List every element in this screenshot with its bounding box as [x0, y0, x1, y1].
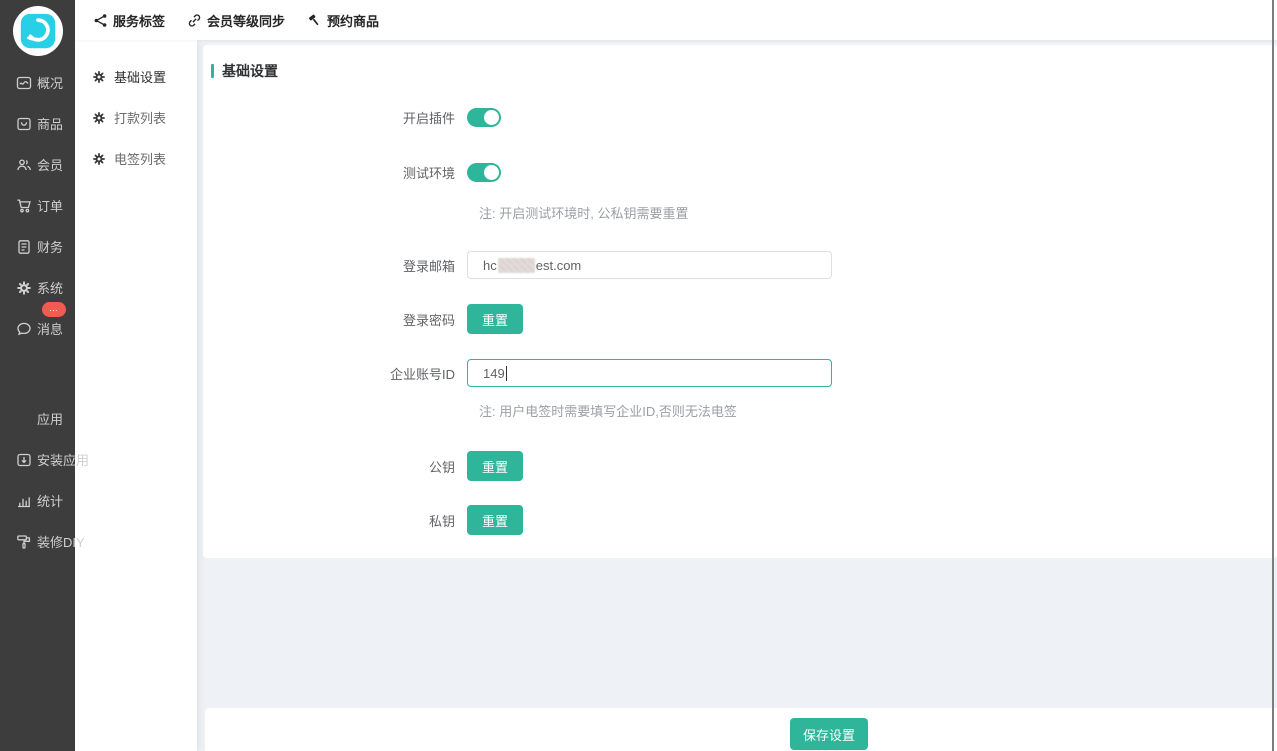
tab-label: 预约商品 [327, 11, 379, 30]
sidebar-item-label: 会员 [37, 155, 63, 174]
sidebar-item-decorate-diy[interactable]: 装修DIY [0, 521, 75, 562]
company-id-note: 注: 用户电签时需要填写企业ID,否则无法电签 [479, 401, 1277, 420]
form-row-email: 登录邮箱 hc est.com [203, 251, 1277, 279]
sidebar-item-orders[interactable]: 订单 [0, 185, 75, 226]
company-id-input[interactable]: 149 [467, 359, 832, 387]
gavel-icon [307, 13, 322, 28]
footer-bar: 保存设置 [205, 708, 1277, 751]
install-app-icon [15, 451, 32, 468]
company-id-value: 149 [483, 366, 505, 381]
sidebar-item-label: 统计 [37, 491, 63, 510]
save-settings-button[interactable]: 保存设置 [790, 718, 868, 750]
sidebar-item-label: 应用 [37, 409, 63, 428]
sidebar-item-label: 财务 [37, 237, 63, 256]
plugin-toggle[interactable] [467, 108, 501, 127]
subsidebar-item-label: 打款列表 [114, 108, 166, 127]
email-value-prefix: hc [483, 258, 497, 273]
text-caret [506, 366, 507, 381]
password-reset-button[interactable]: 重置 [467, 304, 523, 334]
orders-icon [15, 197, 32, 214]
subsidebar-item-basic-settings[interactable]: 基础设置 [75, 56, 197, 97]
link-icon [187, 13, 202, 28]
form-row-private-key: 私钥 重置 [203, 505, 1277, 535]
password-label: 登录密码 [203, 310, 467, 329]
form-row-plugin: 开启插件 [203, 108, 1277, 127]
form-row-company-id: 企业账号ID 149 [203, 359, 1277, 387]
email-input[interactable]: hc est.com [467, 251, 832, 279]
private-key-reset-button[interactable]: 重置 [467, 505, 523, 535]
decorate-diy-icon [15, 533, 32, 550]
test-env-toggle-label: 测试环境 [203, 163, 467, 182]
statistics-icon [15, 492, 32, 509]
tab-label: 会员等级同步 [207, 11, 285, 30]
sidebar-item-apps[interactable]: 应用 [0, 398, 75, 439]
settings-card: 基础设置 开启插件 测试环境 注: 开启测试环境时, 公私钥需要重置 登录邮箱 … [203, 45, 1277, 558]
form-row-public-key: 公钥 重置 [203, 451, 1277, 481]
sidebar-item-label: 装修DIY [37, 532, 85, 551]
gear-icon [92, 111, 106, 125]
toggle-knob [484, 110, 499, 125]
public-key-label: 公钥 [203, 457, 467, 476]
gear-icon [92, 70, 106, 84]
system-icon [15, 279, 32, 296]
members-icon [15, 156, 32, 173]
messages-icon [15, 320, 32, 337]
topbar: 服务标签 会员等级同步 预约商品 [75, 0, 1277, 40]
toggle-knob [484, 165, 499, 180]
section-title: 基础设置 [222, 61, 278, 81]
test-env-toggle[interactable] [467, 163, 501, 182]
sidebar-item-install-app[interactable]: 安装应用 [0, 439, 75, 480]
subsidebar-item-payment-list[interactable]: 打款列表 [75, 97, 197, 138]
sidebar-item-members[interactable]: 会员 [0, 144, 75, 185]
public-key-reset-button[interactable]: 重置 [467, 451, 523, 481]
test-env-note: 注: 开启测试环境时, 公私钥需要重置 [479, 203, 1277, 222]
primary-sidebar: 概况 商品 会员 订单 [0, 0, 75, 751]
tab-service-tags[interactable]: 服务标签 [93, 11, 165, 30]
sidebar-item-label: 概况 [37, 73, 63, 92]
sidebar-item-statistics[interactable]: 统计 [0, 480, 75, 521]
main-content: 基础设置 开启插件 测试环境 注: 开启测试环境时, 公私钥需要重置 登录邮箱 … [197, 40, 1277, 751]
subsidebar-item-label: 电签列表 [114, 149, 166, 168]
tab-member-level-sync[interactable]: 会员等级同步 [187, 11, 285, 30]
sidebar-item-overview[interactable]: 概况 [0, 62, 75, 103]
sidebar-item-label: 安装应用 [37, 450, 89, 469]
nav-divider-space [0, 349, 75, 398]
logo-icon [13, 6, 63, 56]
primary-nav: 概况 商品 会员 订单 [0, 62, 75, 562]
private-key-label: 私钥 [203, 511, 467, 530]
goods-icon [15, 115, 32, 132]
app-window: 概况 商品 会员 订单 [0, 0, 1277, 751]
form-row-test-env: 测试环境 [203, 163, 1277, 182]
sidebar-item-messages[interactable]: 消息 … [0, 308, 75, 349]
sidebar-item-goods[interactable]: 商品 [0, 103, 75, 144]
sidebar-item-system[interactable]: 系统 [0, 267, 75, 308]
plugin-toggle-label: 开启插件 [203, 108, 467, 127]
scrollbar[interactable] [1272, 0, 1274, 751]
email-label: 登录邮箱 [203, 256, 467, 275]
section-header: 基础设置 [211, 61, 1277, 81]
sidebar-item-label: 消息 [37, 319, 63, 338]
gear-icon [92, 152, 106, 166]
sidebar-item-finance[interactable]: 财务 [0, 226, 75, 267]
email-redacted-segment [498, 258, 535, 273]
company-id-label: 企业账号ID [203, 364, 467, 383]
app-logo[interactable] [0, 0, 75, 58]
subsidebar-item-esign-list[interactable]: 电签列表 [75, 138, 197, 179]
messages-badge: … [42, 302, 66, 317]
section-accent-bar [211, 64, 214, 78]
sidebar-item-label: 商品 [37, 114, 63, 133]
form-row-password: 登录密码 重置 [203, 304, 1277, 334]
sidebar-item-label: 系统 [37, 278, 63, 297]
subsidebar-item-label: 基础设置 [114, 67, 166, 86]
sidebar-item-label: 订单 [37, 196, 63, 215]
email-value-suffix: est.com [536, 258, 582, 273]
overview-icon [15, 74, 32, 91]
tab-label: 服务标签 [113, 11, 165, 30]
finance-icon [15, 238, 32, 255]
share-icon [93, 13, 108, 28]
tab-reserved-goods[interactable]: 预约商品 [307, 11, 379, 30]
secondary-sidebar: 基础设置 打款列表 电签列表 [75, 40, 197, 751]
apps-icon [15, 410, 32, 427]
